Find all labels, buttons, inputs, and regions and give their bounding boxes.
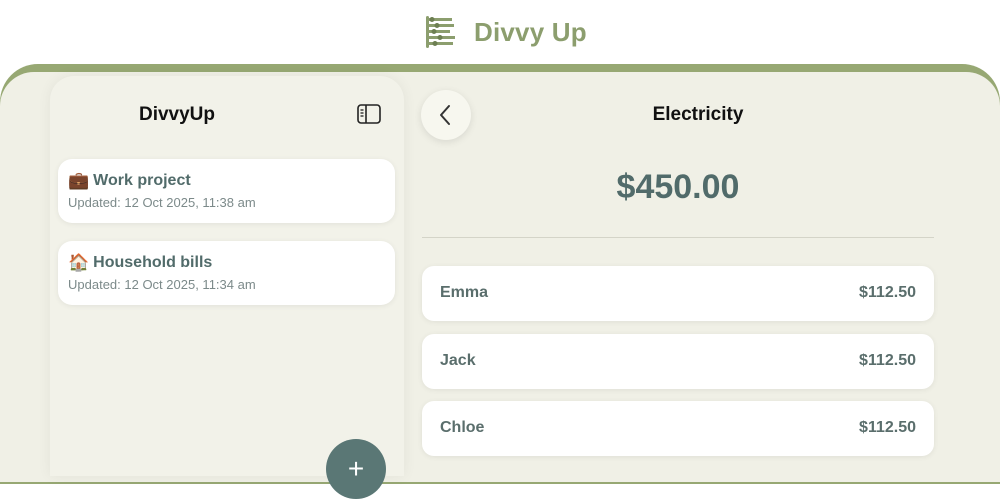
participant-name: Chloe bbox=[440, 419, 485, 436]
share-row[interactable]: Chloe $112.50 bbox=[422, 401, 934, 456]
share-row[interactable]: Jack $112.50 bbox=[422, 334, 934, 389]
expense-title: Electricity bbox=[652, 104, 744, 125]
share-amount: $112.50 bbox=[859, 419, 916, 436]
share-amount: $112.50 bbox=[859, 284, 916, 301]
group-card-work-project[interactable]: 💼 Work project Updated: 12 Oct 2025, 11:… bbox=[58, 159, 395, 223]
briefcase-icon: 💼 bbox=[68, 171, 90, 190]
group-card-household-bills[interactable]: 🏠 Household bills Updated: 12 Oct 2025, … bbox=[58, 241, 395, 305]
sidebar-title: DivvyUp bbox=[138, 104, 216, 125]
divider bbox=[422, 237, 934, 238]
sidebar-toggle-icon[interactable] bbox=[357, 104, 381, 124]
app-name: Divvy Up bbox=[474, 16, 587, 47]
group-updated: Updated: 12 Oct 2025, 11:38 am bbox=[68, 195, 256, 210]
group-updated: Updated: 12 Oct 2025, 11:34 am bbox=[68, 277, 256, 292]
top-bar: Divvy Up bbox=[0, 0, 1000, 66]
share-row[interactable]: Emma $112.50 bbox=[422, 266, 934, 321]
group-name: Household bills bbox=[93, 254, 213, 271]
group-card-title: 💼 Work project bbox=[68, 171, 191, 191]
group-card-title: 🏠 Household bills bbox=[68, 253, 212, 273]
house-icon: 🏠 bbox=[68, 253, 90, 272]
plus-icon: + bbox=[347, 453, 365, 484]
group-name: Work project bbox=[93, 172, 191, 189]
share-amount: $112.50 bbox=[859, 352, 916, 369]
participant-name: Jack bbox=[440, 352, 476, 369]
expense-total: $450.00 bbox=[616, 168, 740, 206]
add-group-button[interactable]: + bbox=[326, 439, 386, 499]
participant-name: Emma bbox=[440, 284, 489, 301]
abacus-logo-icon bbox=[426, 16, 455, 48]
brand: Divvy Up bbox=[422, 14, 587, 50]
